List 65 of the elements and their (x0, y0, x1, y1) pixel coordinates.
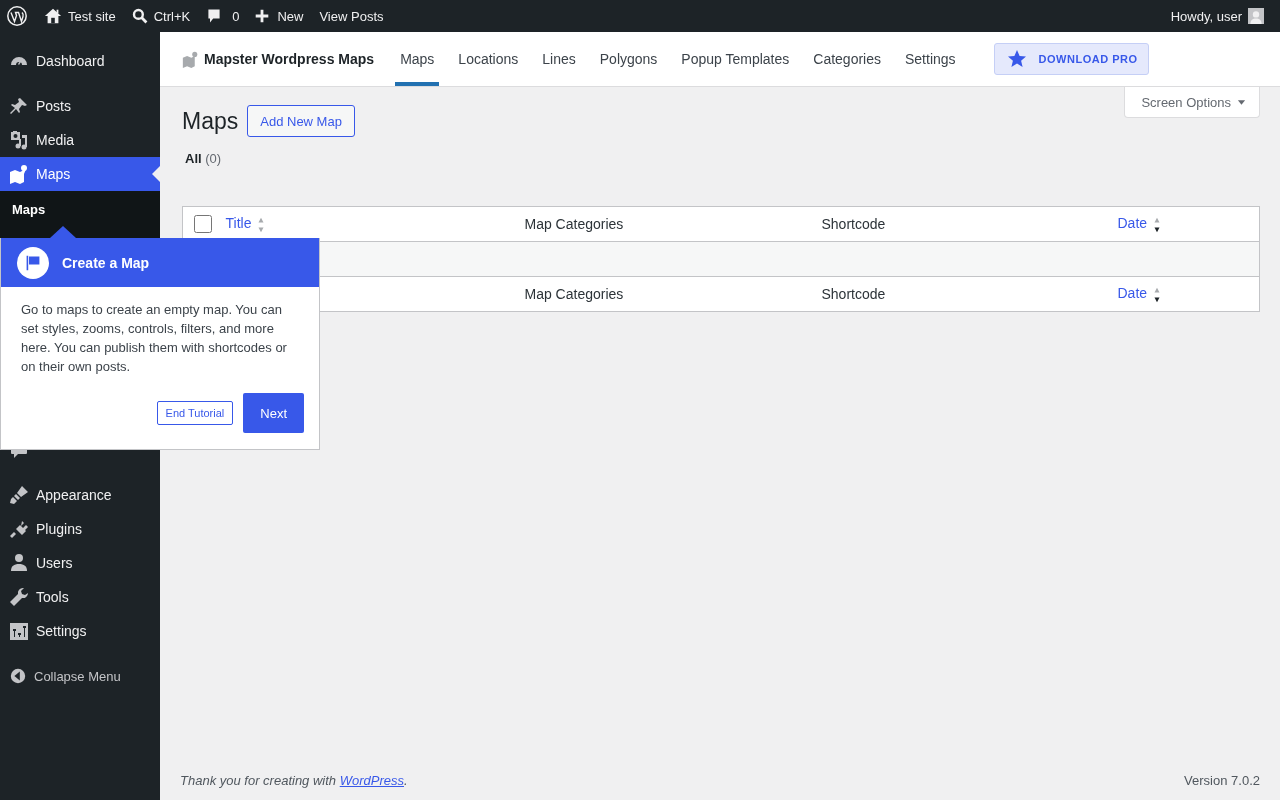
new-link[interactable]: New (255, 8, 304, 24)
nav-tab[interactable]: Settings (900, 32, 961, 86)
footer-credit: Thank you for creating with WordPress. (180, 773, 408, 788)
comments-link[interactable]: 0 (206, 8, 240, 24)
tour-title: Create a Map (62, 254, 150, 271)
search-link[interactable]: Ctrl+K (131, 8, 191, 24)
nav-tab[interactable]: Popup Templates (676, 32, 795, 86)
sidebar-item[interactable]: Tools (0, 580, 160, 614)
nav-tab[interactable]: Locations (453, 32, 524, 86)
sidebar-item[interactable]: Media (0, 123, 160, 157)
column-header-link[interactable]: Date (1117, 285, 1148, 302)
wordpress-link[interactable]: WordPress (339, 773, 404, 788)
sidebar-item[interactable]: Users (0, 546, 160, 580)
collapse-icon (9, 667, 27, 685)
map-icon (182, 50, 199, 68)
avatar-icon (1248, 8, 1264, 24)
sidebar-item[interactable]: Settings (0, 614, 160, 648)
column-header: Shortcode (821, 216, 886, 232)
wrench-icon (9, 587, 29, 607)
next-button[interactable]: Next (243, 393, 304, 433)
nav-tab[interactable]: Maps (395, 32, 440, 86)
sidebar-item[interactable]: Plugins (0, 512, 160, 546)
submenu-item[interactable]: Maps (0, 195, 160, 223)
filter-link[interactable]: All (185, 151, 202, 166)
sliders-icon (9, 621, 29, 641)
screen-options-button[interactable]: Screen Options (1124, 87, 1260, 118)
nav-tab[interactable]: Categories (808, 32, 886, 86)
pushpin-icon (9, 96, 29, 116)
sidebar-item[interactable]: Maps (0, 157, 160, 191)
version-text: Version 7.0.2 (1184, 773, 1260, 788)
plug-icon (9, 519, 29, 539)
home-icon (44, 7, 62, 25)
wordpress-logo-icon[interactable] (7, 6, 27, 26)
column-header-link[interactable]: Date (1117, 215, 1148, 232)
page-title: Maps (182, 107, 239, 135)
plugin-name: Mapster Wordpress Maps (204, 51, 375, 67)
end-tutorial-button[interactable]: End Tutorial (156, 401, 234, 425)
camera-music-icon (9, 130, 29, 150)
site-name-link[interactable]: Test site (44, 7, 116, 25)
column-header: Map Categories (524, 286, 624, 302)
select-all-checkbox[interactable] (194, 215, 212, 234)
download-pro-button[interactable]: DOWNLOAD PRO (993, 43, 1150, 75)
speech-bubble-icon (206, 8, 223, 24)
collapse-menu-button[interactable]: Collapse Menu (0, 659, 160, 693)
nav-tab[interactable]: Lines (537, 32, 581, 86)
nav-tab[interactable]: Polygons (594, 32, 663, 86)
tour-text: Go to maps to create an empty map. You can set styles, zooms, controls, filters, and more here. You can publish them with shortcodes or on their own posts. (21, 301, 288, 376)
sidebar-item[interactable]: Dashboard (0, 44, 160, 78)
item-count: (0) (205, 151, 222, 166)
column-header: Shortcode (821, 286, 886, 302)
caret-icon (1237, 97, 1246, 107)
paintbrush-icon (9, 485, 29, 505)
add-new-map-button[interactable]: Add New Map (247, 105, 355, 137)
flag-icon (25, 254, 41, 271)
star-icon (1006, 49, 1027, 69)
column-header: Map Categories (524, 216, 624, 232)
map-icon (9, 164, 29, 184)
sidebar-item[interactable]: Posts (0, 89, 160, 123)
view-posts-link[interactable]: View Posts (319, 8, 384, 24)
person-icon (9, 553, 29, 573)
plus-icon (255, 9, 270, 23)
search-icon (131, 8, 148, 24)
account-link[interactable]: Howdy, user (1170, 8, 1264, 24)
column-header-link[interactable]: Title (225, 215, 252, 232)
sidebar-item[interactable]: Appearance (0, 478, 160, 512)
